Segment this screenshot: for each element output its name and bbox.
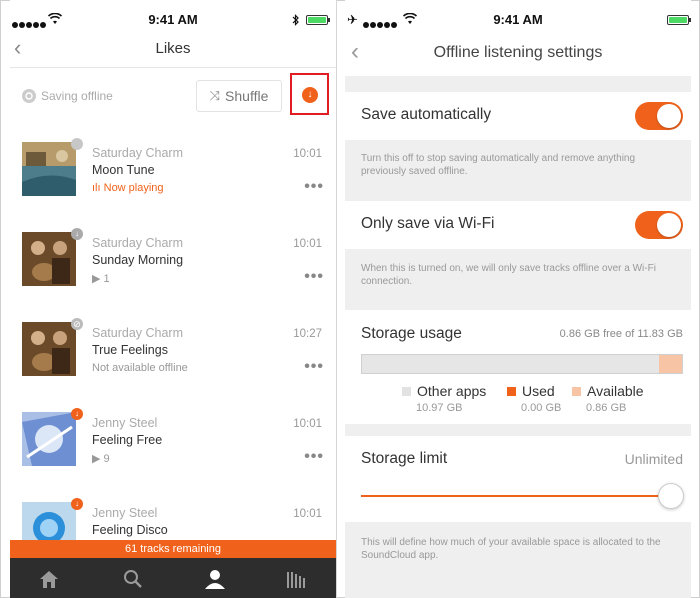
save-automatically-note: Turn this off to stop saving automatical… [361, 153, 636, 177]
storage-limit-slider-track[interactable] [361, 495, 671, 497]
storage-free-text: 0.86 GB free of 11.83 GB [559, 328, 683, 340]
track-play-count: ▶ 1 [92, 273, 110, 285]
downloaded-badge-icon: ↓ [71, 228, 83, 240]
wifi-only-label: Only save via Wi-Fi [361, 215, 495, 232]
download-badge-icon: ↓ [71, 498, 83, 510]
blocked-badge-icon: ⊘ [71, 318, 83, 330]
more-options-icon[interactable]: ••• [304, 448, 324, 466]
album-art [22, 232, 76, 286]
nav-bar: ‹ Likes [10, 34, 336, 68]
likes-screen: 9:41 AM ‹ Likes Saving offline ⤨ Shuffle… [10, 0, 336, 598]
bluetooth-icon [292, 14, 299, 26]
page-title: Likes [155, 40, 191, 57]
track-title: True Feelings [92, 343, 168, 357]
track-artist: Jenny Steel [92, 506, 158, 520]
profile-icon[interactable] [203, 568, 227, 590]
tab-bar [10, 558, 336, 598]
track-play-count: ▶ 9 [92, 453, 110, 465]
save-automatically-toggle[interactable] [635, 102, 683, 130]
legend-used: Used [507, 383, 555, 399]
other-apps-value: 10.97 GB [416, 402, 463, 414]
track-title: Feeling Free [92, 433, 163, 447]
more-options-icon[interactable]: ••• [304, 358, 324, 376]
track-artist: Jenny Steel [92, 416, 158, 430]
legend-available: Available [572, 383, 644, 399]
used-value: 0.00 GB [521, 402, 562, 414]
status-time: 9:41 AM [148, 12, 198, 27]
album-art [22, 142, 76, 196]
track-row[interactable]: ↓ Jenny Steel Feeling Disco 10:01 [10, 498, 336, 540]
download-button[interactable]: ↓ [290, 73, 329, 115]
track-status-text: Now playing [103, 182, 164, 194]
library-icon[interactable] [285, 568, 309, 590]
track-title: Moon Tune [92, 163, 155, 177]
track-status: ılı Now playing [92, 182, 164, 194]
storage-usage-bar [361, 354, 683, 374]
track-time: 10:01 [293, 508, 322, 520]
storage-limit-section: Storage limit Unlimited [345, 436, 691, 522]
other-apps-swatch [402, 386, 411, 396]
other-apps-label: Other apps [417, 383, 487, 399]
battery-icon [306, 15, 330, 25]
sync-icon [22, 89, 36, 103]
album-art [22, 322, 76, 376]
status-time: 9:41 AM [493, 12, 543, 27]
now-playing-icon: ılı [92, 182, 104, 194]
storage-limit-label: Storage limit [361, 450, 448, 467]
nav-bar: ‹ Offline listening settings [345, 34, 691, 74]
battery-icon [667, 15, 691, 25]
track-title: Sunday Morning [92, 253, 184, 267]
album-art [22, 502, 76, 540]
shuffle-button[interactable]: ⤨ Shuffle [196, 80, 282, 112]
storage-usage-label: Storage usage [361, 325, 462, 342]
page-title: Offline listening settings [433, 44, 603, 61]
used-swatch [507, 386, 516, 396]
track-artist: Saturday Charm [92, 236, 184, 250]
track-artist: Saturday Charm [92, 146, 184, 160]
more-options-icon[interactable]: ••• [304, 268, 324, 286]
download-icon: ↓ [302, 87, 318, 103]
track-title: Feeling Disco [92, 523, 168, 537]
screen-divider [336, 0, 337, 598]
legend-other-apps: Other apps [402, 383, 486, 399]
tracks-remaining-banner: 61 tracks remaining [10, 540, 336, 558]
track-row[interactable]: ↓ Jenny Steel Feeling Free ▶ 9 10:01 ••• [10, 408, 336, 498]
storage-available-segment [659, 355, 682, 373]
save-automatically-label: Save automatically [361, 106, 492, 123]
album-art [22, 412, 76, 466]
saving-offline-label: Saving offline [41, 89, 113, 103]
sync-badge-icon [71, 138, 83, 150]
available-swatch [572, 386, 581, 396]
more-options-icon[interactable]: ••• [304, 178, 324, 196]
saving-offline-status: Saving offline [22, 89, 113, 103]
wifi-only-toggle[interactable] [635, 211, 683, 239]
storage-limit-value: Unlimited [624, 451, 683, 467]
shuffle-label: Shuffle [225, 88, 269, 104]
track-row[interactable]: ↓ Saturday Charm Sunday Morning ▶ 1 10:0… [10, 228, 336, 318]
track-time: 10:01 [293, 418, 322, 430]
shuffle-icon: ⤨ [209, 88, 221, 103]
track-row[interactable]: ⊘ Saturday Charm True Feelings Not avail… [10, 318, 336, 408]
storage-limit-note: This will define how much of your availa… [361, 537, 661, 561]
wifi-only-row: Only save via Wi-Fi [345, 201, 691, 249]
track-row[interactable]: Saturday Charm Moon Tune ılı Now playing… [10, 138, 336, 228]
download-badge-icon: ↓ [71, 408, 83, 420]
wifi-only-note: When this is turned on, we will only sav… [361, 263, 656, 287]
track-status: Not available offline [92, 362, 188, 374]
track-time: 10:27 [293, 328, 322, 340]
storage-limit-slider-knob[interactable] [658, 483, 684, 509]
track-artist: Saturday Charm [92, 326, 184, 340]
status-bar: ✈ 9:41 AM [345, 12, 691, 28]
home-icon[interactable] [37, 568, 61, 590]
available-value: 0.86 GB [586, 402, 627, 414]
track-time: 10:01 [293, 148, 322, 160]
status-bar: 9:41 AM [10, 12, 336, 28]
available-label: Available [587, 383, 644, 399]
storage-usage-section: Storage usage 0.86 GB free of 11.83 GB O… [345, 310, 691, 424]
search-icon[interactable] [121, 568, 145, 590]
track-time: 10:01 [293, 238, 322, 250]
offline-settings-screen: ✈ 9:41 AM ‹ Offline listening settings S… [345, 0, 691, 598]
save-automatically-row: Save automatically [345, 92, 691, 140]
used-label: Used [522, 383, 555, 399]
